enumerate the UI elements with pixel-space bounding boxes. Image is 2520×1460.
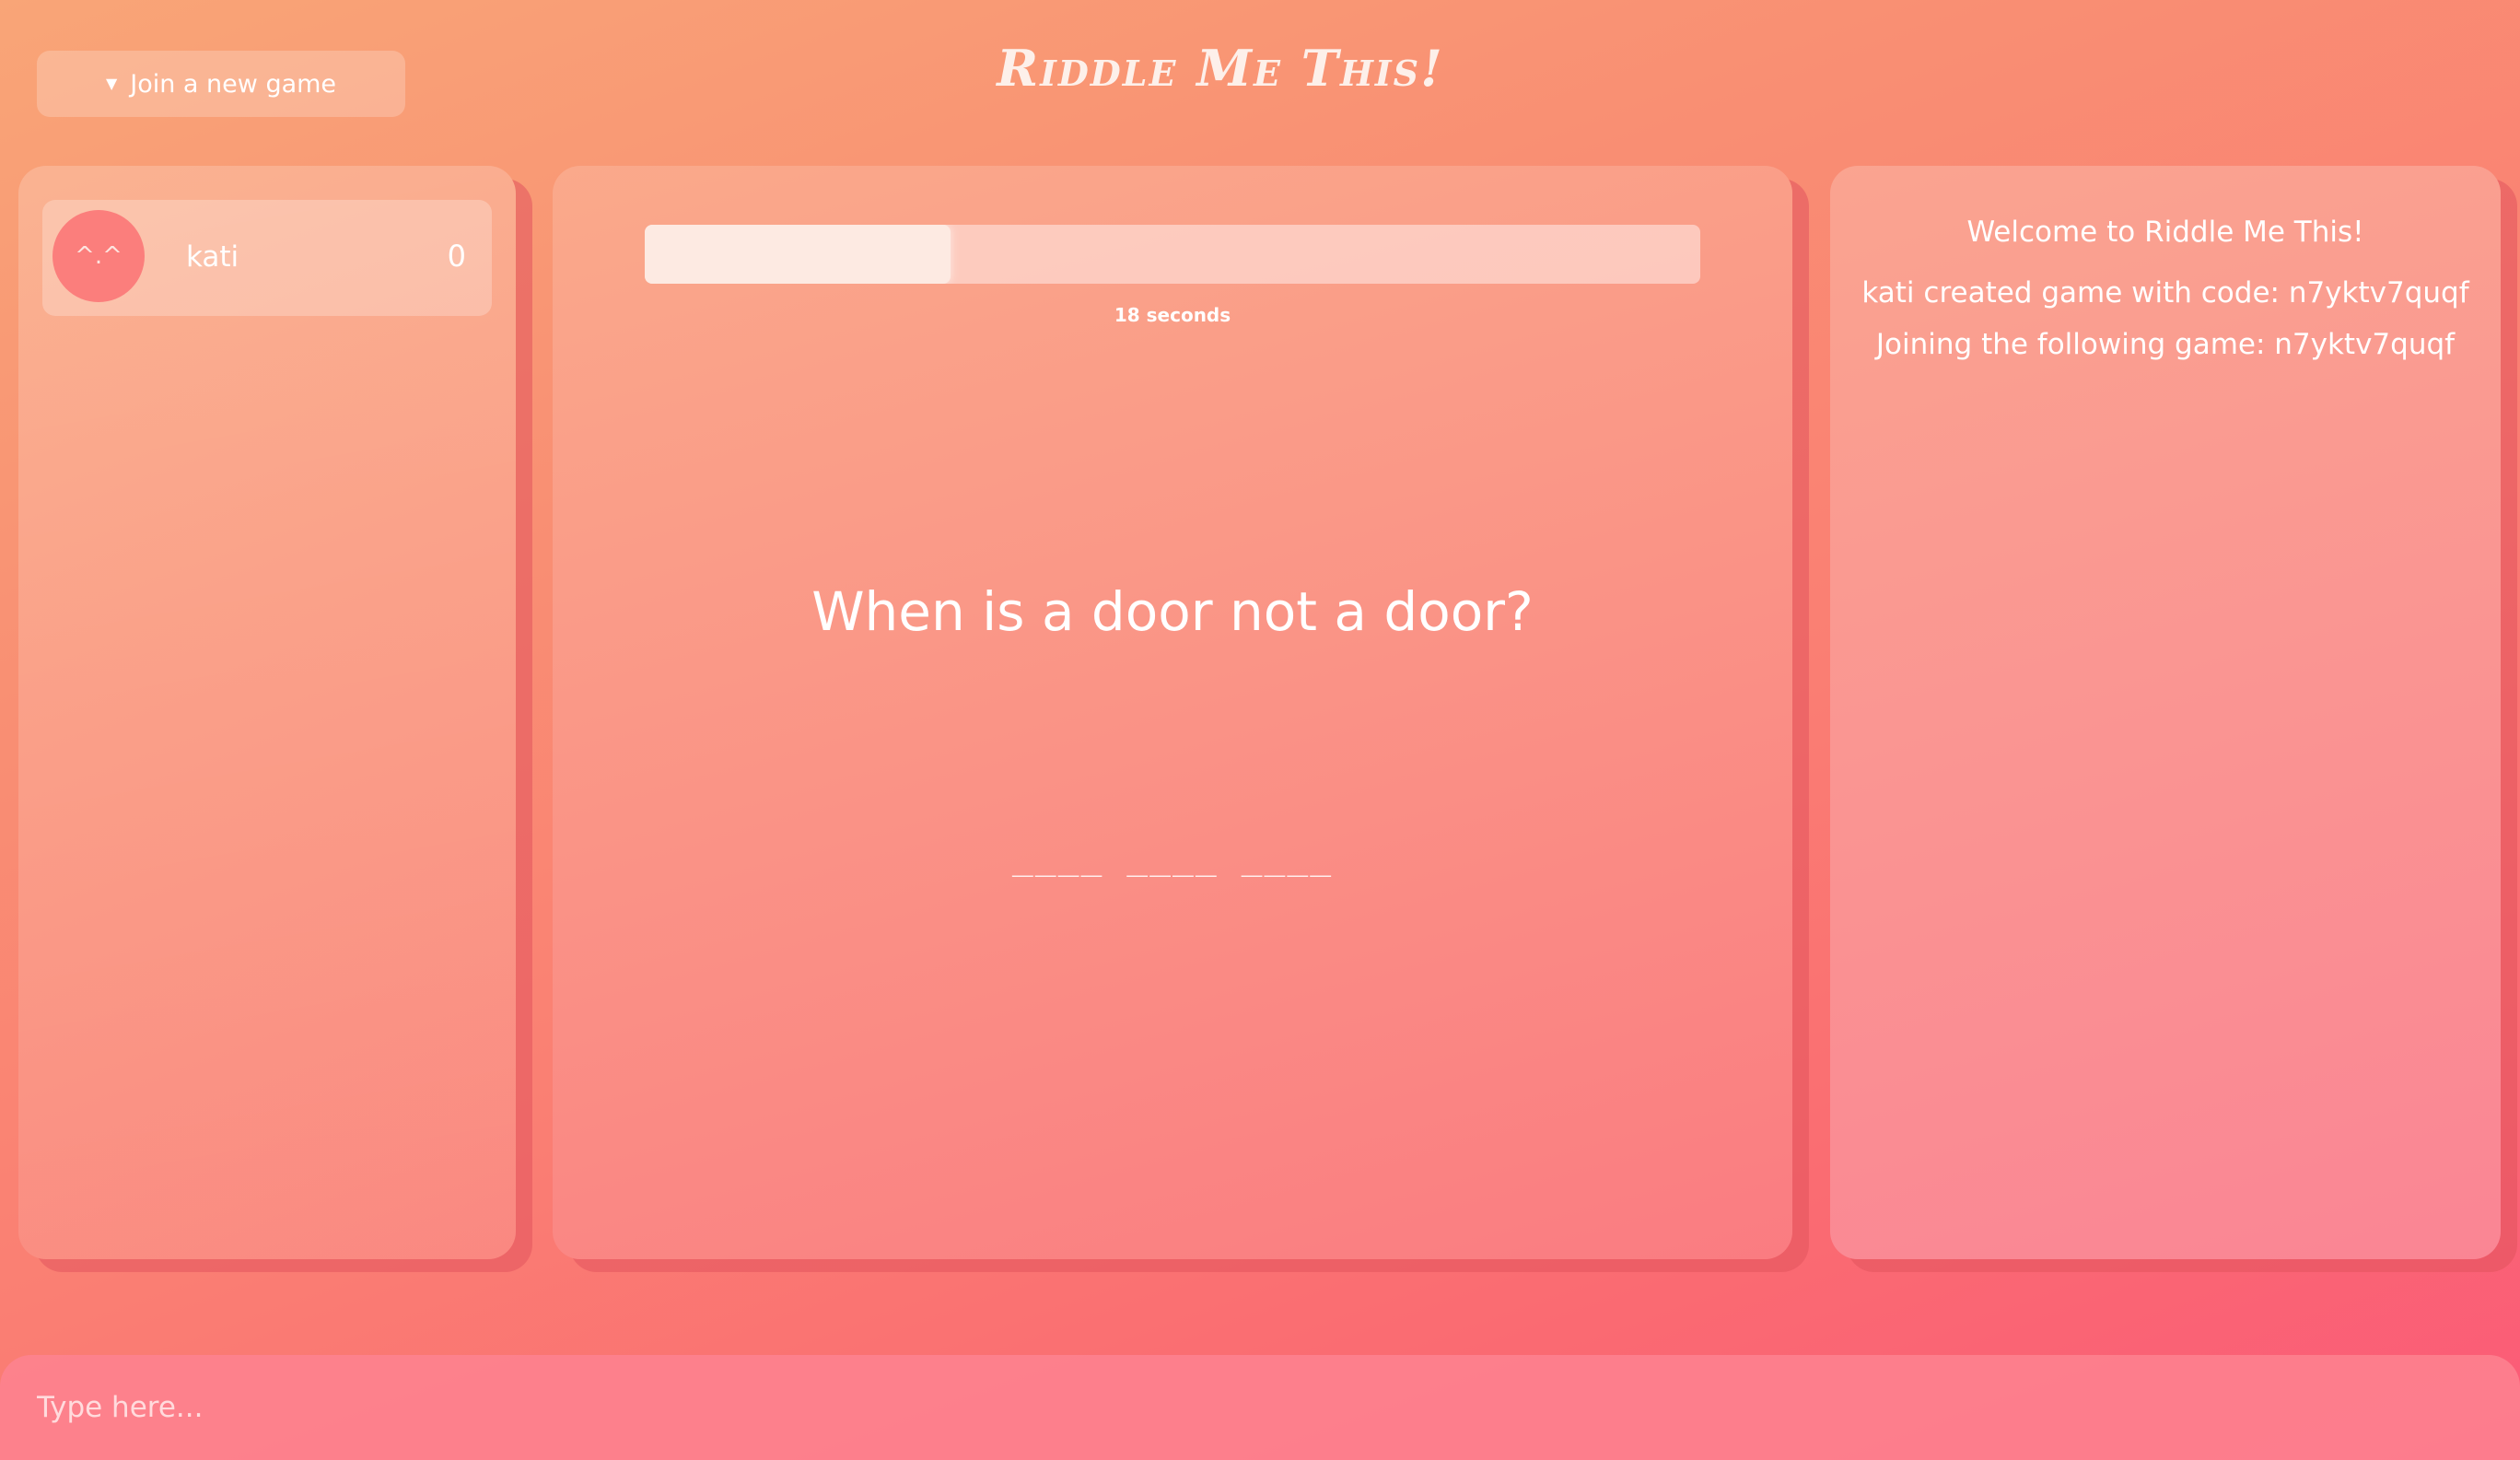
player-name: kati [186,240,239,274]
timer-bar [645,225,1700,284]
player-score: 0 [447,239,466,274]
chat-input[interactable] [0,1355,2520,1460]
timer-text: 18 seconds [1114,304,1231,326]
timer-bar-fill [645,225,951,284]
player-card[interactable]: ^.^ kati 0 [42,200,492,316]
log-line: Joining the following game: n7yktv7quqf [1875,328,2456,361]
riddle-question: When is a door not a door? [811,580,1534,643]
game-log-panel: Welcome to Riddle Me This! kati created … [1830,166,2501,1259]
game-log: Welcome to Riddle Me This! kati created … [1830,206,2501,370]
log-line: Welcome to Riddle Me This! [1966,216,2364,249]
answer-blanks: ____ ____ ____ [1011,836,1334,877]
app-title: Riddle Me This! [997,39,1444,98]
players-panel: ^.^ kati 0 [18,166,516,1259]
avatar: ^.^ [52,210,145,302]
game-panel: 18 seconds When is a door not a door? __… [553,166,1792,1259]
log-line: kati created game with code: n7yktv7quqf [1861,276,2469,310]
